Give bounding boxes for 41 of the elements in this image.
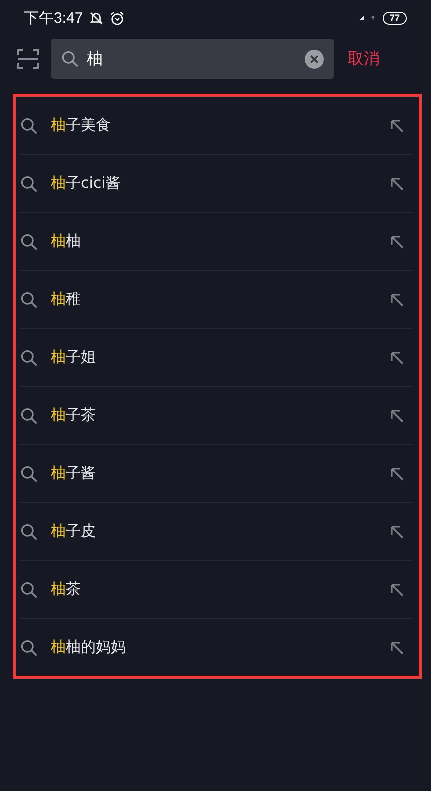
arrow-icon[interactable] <box>389 234 405 250</box>
scan-icon[interactable] <box>16 47 40 71</box>
wifi-icon <box>371 16 376 20</box>
clear-icon[interactable] <box>305 50 324 68</box>
suggestion-item[interactable]: 柚子茶 <box>51 406 389 425</box>
arrow-icon[interactable] <box>389 408 405 424</box>
signal-icon <box>360 16 364 20</box>
status-time: 下午3:47 <box>24 8 84 28</box>
arrow-icon[interactable] <box>389 292 405 308</box>
search-icon <box>20 638 38 656</box>
suggestion-item[interactable]: 柚柚 <box>51 232 389 251</box>
arrow-icon[interactable] <box>389 524 405 540</box>
suggestion-item[interactable]: 柚柚的妈妈 <box>51 638 389 657</box>
arrow-icon[interactable] <box>389 350 405 366</box>
suggestion-item[interactable]: 柚子皮 <box>51 522 389 541</box>
search-icon <box>20 522 38 540</box>
cancel-button[interactable]: 取消 <box>348 48 380 70</box>
arrow-icon[interactable] <box>389 118 405 134</box>
search-field[interactable]: 柚 <box>51 39 334 79</box>
search-icon <box>20 580 38 598</box>
bell-off-icon <box>89 10 104 26</box>
search-icon <box>20 116 38 134</box>
alarm-icon <box>110 10 126 26</box>
suggestion-item[interactable]: 柚茶 <box>51 580 389 599</box>
search-icon <box>20 232 38 250</box>
suggestion-item[interactable]: 柚稚 <box>51 290 389 309</box>
search-icon <box>20 464 38 482</box>
suggestion-item[interactable]: 柚子姐 <box>51 348 389 367</box>
search-icon <box>20 348 38 366</box>
search-icon <box>20 290 38 308</box>
search-icon <box>61 50 79 68</box>
suggestion-item[interactable]: 柚子cici酱 <box>51 174 389 193</box>
arrow-icon[interactable] <box>389 582 405 598</box>
suggestion-item[interactable]: 柚子酱 <box>51 464 389 483</box>
battery-level: 77 <box>382 12 407 24</box>
arrow-icon[interactable] <box>389 466 405 482</box>
search-icon <box>20 406 38 424</box>
suggestion-item[interactable]: 柚子美食 <box>51 116 389 135</box>
search-icon <box>20 174 38 192</box>
arrow-icon[interactable] <box>389 640 405 656</box>
arrow-icon[interactable] <box>389 176 405 192</box>
